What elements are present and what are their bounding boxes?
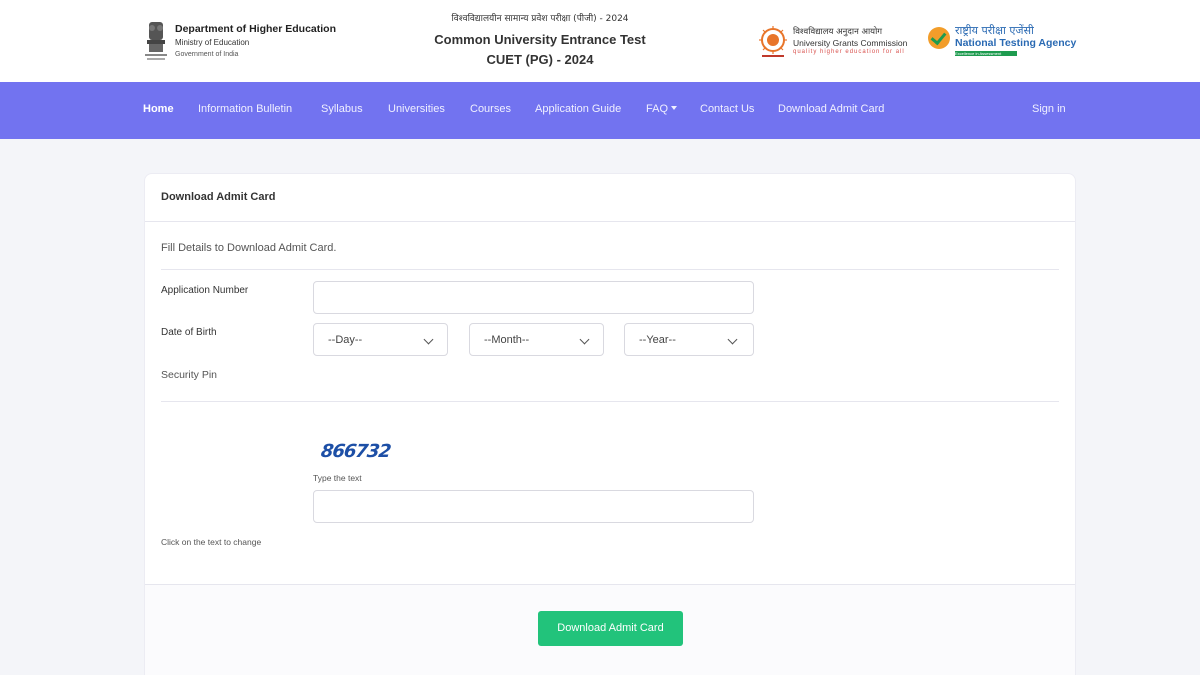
application-number-label: Application Number xyxy=(161,285,249,296)
dept-ministry: Ministry of Education xyxy=(175,38,250,47)
day-select[interactable]: --Day-- xyxy=(313,323,448,356)
hindi-title: विश्वविद्यालयीन सामान्य प्रवेश परीक्षा (… xyxy=(451,14,629,24)
dept-gov: Government of India xyxy=(175,51,239,58)
nav-contact-us[interactable]: Contact Us xyxy=(700,103,754,115)
year-select-value: --Year-- xyxy=(639,334,676,346)
chevron-down-icon xyxy=(727,334,738,345)
security-pin-label: Security Pin xyxy=(161,369,218,381)
site-header: Department of Higher Education Ministry … xyxy=(0,0,1200,82)
nav-faq[interactable]: FAQ xyxy=(646,103,678,115)
exam-title: Common University Entrance Test xyxy=(434,32,646,47)
exam-subtitle: CUET (PG) - 2024 xyxy=(486,52,594,67)
nta-name: National Testing Agency xyxy=(955,37,1077,49)
captcha-change-hint: Click on the text to change xyxy=(161,537,262,547)
main-nav: Home Information Bulletin Syllabus Unive… xyxy=(0,82,1200,139)
divider xyxy=(145,221,1075,222)
form-subtitle: Fill Details to Download Admit Card. xyxy=(161,242,337,254)
nav-courses[interactable]: Courses xyxy=(470,103,511,115)
year-select[interactable]: --Year-- xyxy=(624,323,754,356)
dob-label: Date of Birth xyxy=(161,327,217,338)
chevron-down-icon xyxy=(423,334,434,345)
nta-logo-block: राष्ट्रीय परीक्षा एजेंसी National Testin… xyxy=(928,24,1078,60)
captcha-input[interactable] xyxy=(313,490,754,523)
form-title: Download Admit Card xyxy=(161,191,276,203)
nav-universities[interactable]: Universities xyxy=(388,103,445,115)
captcha-image[interactable]: 866732 xyxy=(320,441,392,462)
application-number-input[interactable] xyxy=(313,281,754,314)
nav-home[interactable]: Home xyxy=(143,103,174,115)
nav-faq-label: FAQ xyxy=(646,103,669,115)
exam-title-block: विश्वविद्यालयीन सामान्य प्रवेश परीक्षा (… xyxy=(400,12,680,70)
nta-hindi: राष्ट्रीय परीक्षा एजेंसी xyxy=(955,24,1034,37)
ugc-tagline: quality higher education for all xyxy=(793,49,905,55)
day-select-value: --Day-- xyxy=(328,334,363,346)
divider xyxy=(161,269,1059,270)
month-select-value: --Month-- xyxy=(484,334,530,346)
month-select[interactable]: --Month-- xyxy=(469,323,604,356)
nav-application-guide[interactable]: Application Guide xyxy=(535,103,621,115)
dept-title: Department of Higher Education xyxy=(175,23,337,35)
ugc-logo-block: विश्वविद्यालय अनुदान आयोग University Gra… xyxy=(758,24,918,60)
admit-card-form: Download Admit Card Fill Details to Down… xyxy=(144,173,1076,675)
nav-download-admit-card[interactable]: Download Admit Card xyxy=(778,103,884,115)
divider xyxy=(161,401,1059,402)
nta-tagline: Excellence in Assessment xyxy=(955,51,1017,56)
chevron-down-icon xyxy=(579,334,590,345)
national-emblem-icon xyxy=(145,22,167,60)
ugc-logo-icon xyxy=(759,26,787,57)
type-text-label: Type the text xyxy=(313,473,362,483)
nav-sign-in[interactable]: Sign in xyxy=(1032,103,1066,115)
caret-down-icon xyxy=(671,106,678,110)
ugc-name: University Grants Commission xyxy=(793,38,908,48)
nta-check-icon xyxy=(928,27,950,49)
download-admit-card-button[interactable]: Download Admit Card xyxy=(538,611,683,646)
nav-information-bulletin[interactable]: Information Bulletin xyxy=(198,103,292,115)
nav-syllabus[interactable]: Syllabus xyxy=(321,103,363,115)
ugc-hindi: विश्वविद्यालय अनुदान आयोग xyxy=(793,27,883,37)
dept-block: Department of Higher Education Ministry … xyxy=(175,23,336,60)
